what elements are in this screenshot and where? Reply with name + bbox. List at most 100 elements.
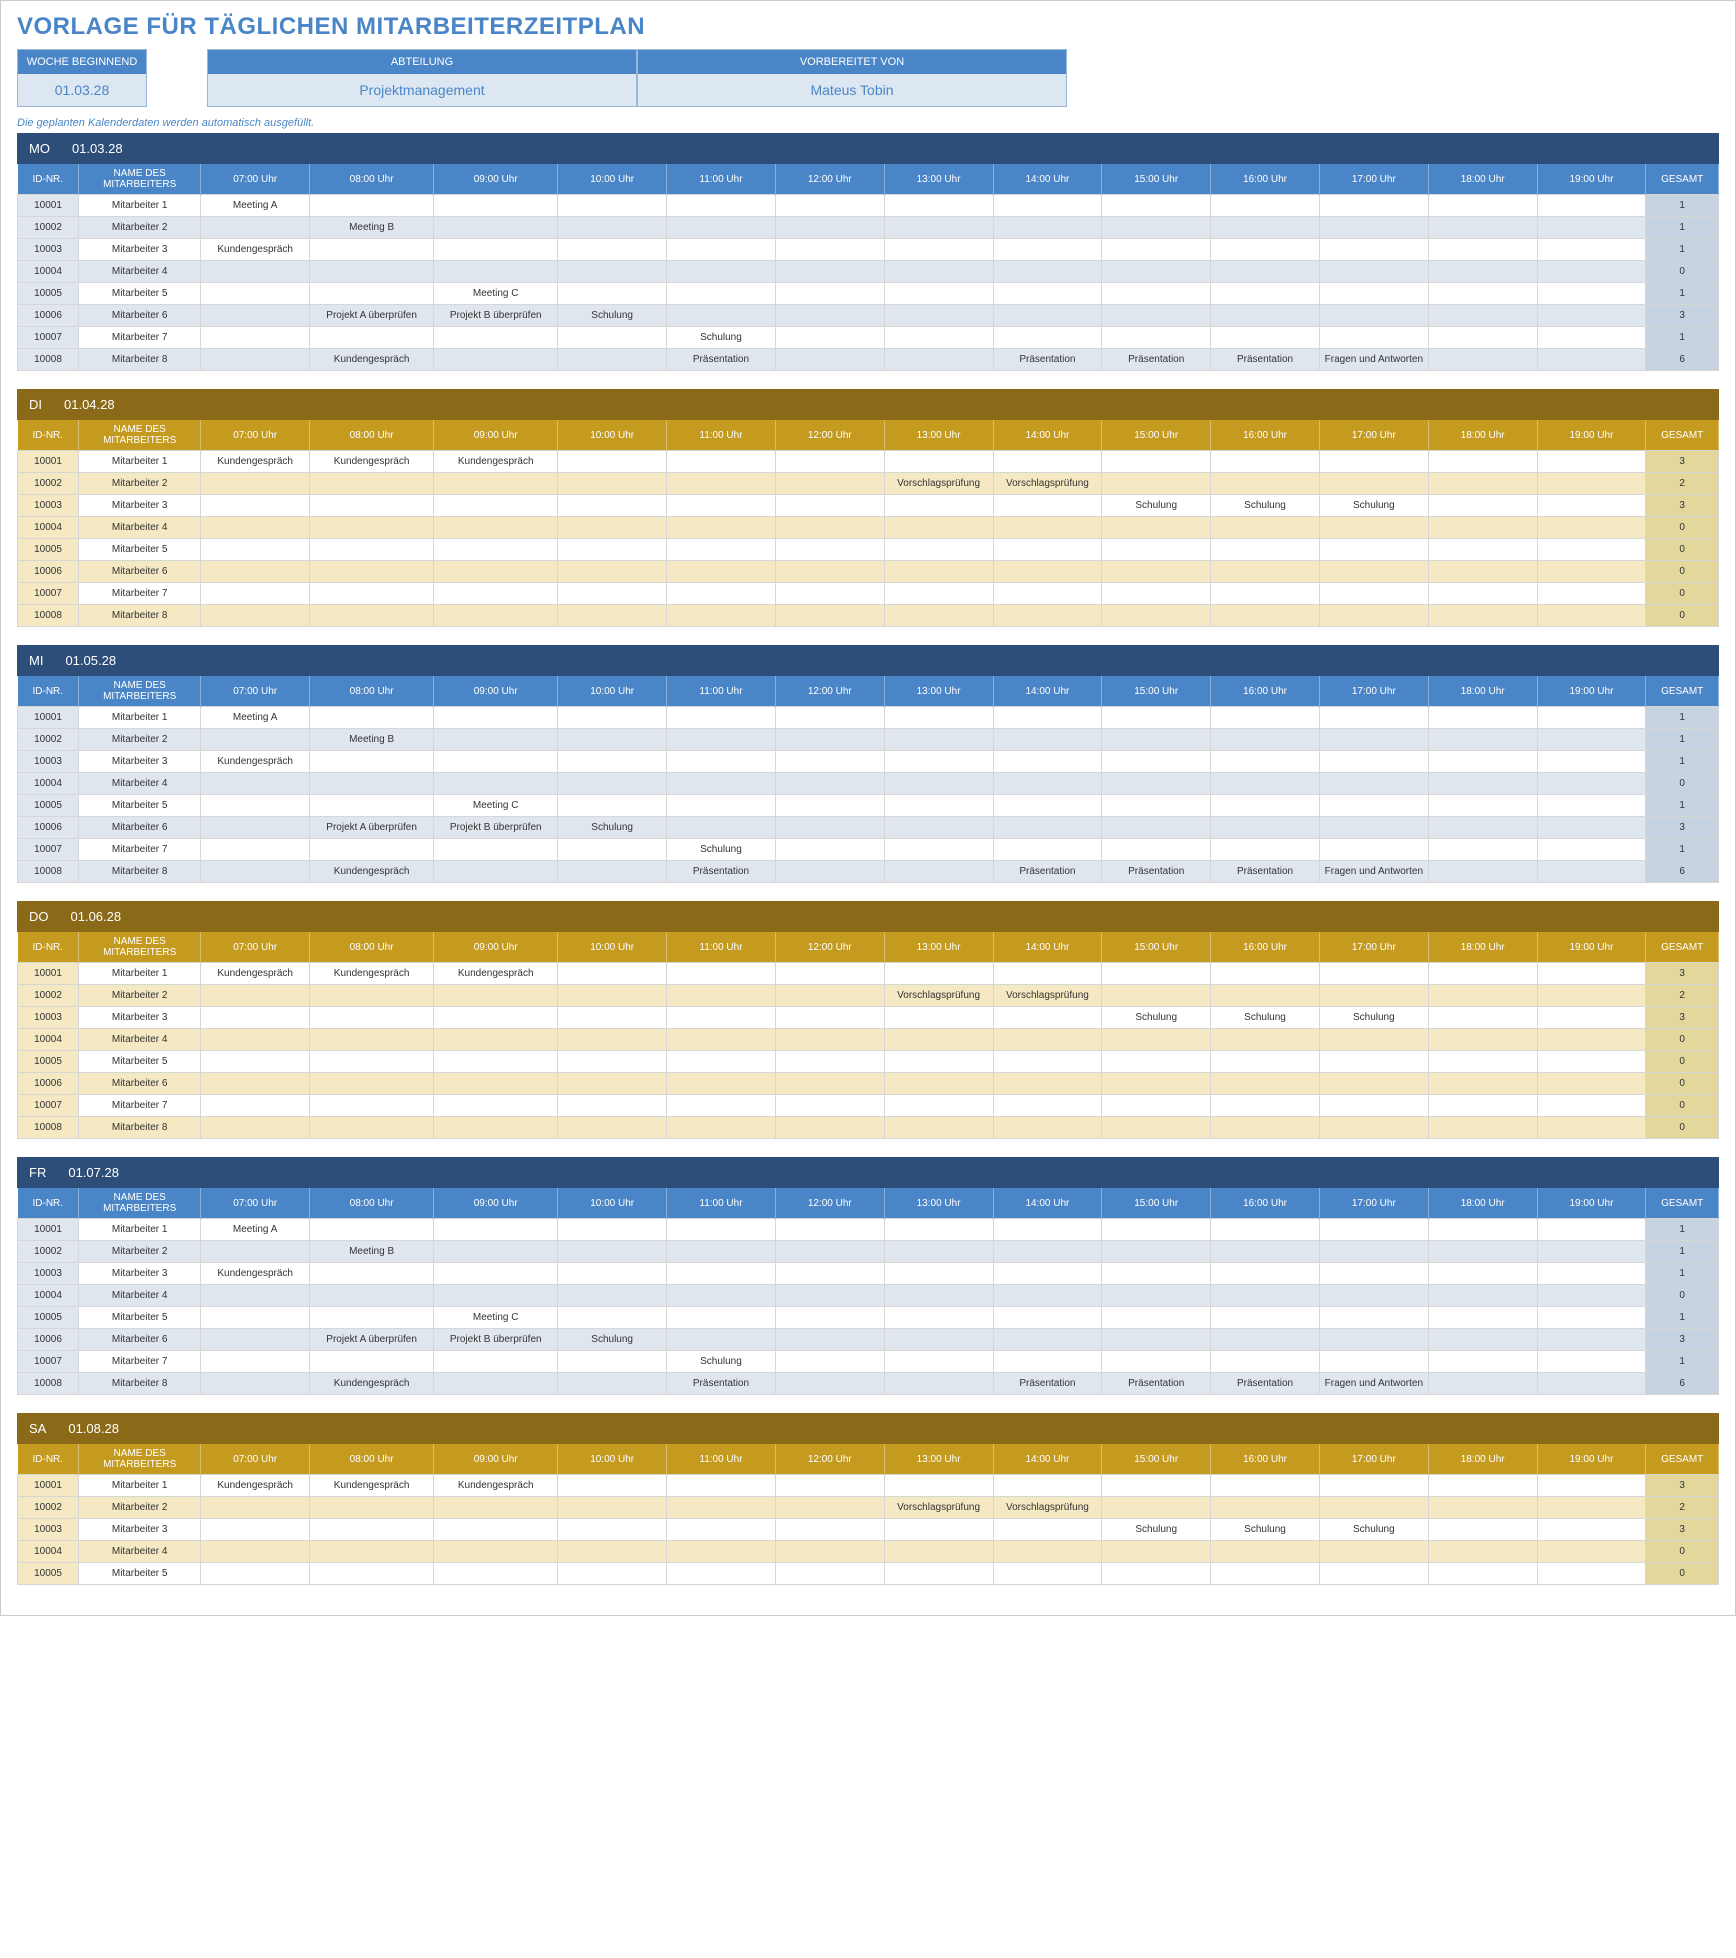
cell-name[interactable]: Mitarbeiter 1	[79, 707, 201, 729]
cell-hour[interactable]	[1319, 1117, 1428, 1139]
cell-hour[interactable]	[775, 1329, 884, 1351]
cell-hour[interactable]: Meeting A	[201, 707, 310, 729]
cell-name[interactable]: Mitarbeiter 5	[79, 1307, 201, 1329]
cell-hour[interactable]	[310, 327, 434, 349]
cell-hour[interactable]	[1102, 985, 1211, 1007]
cell-hour[interactable]	[1211, 1285, 1320, 1307]
cell-hour[interactable]	[1102, 217, 1211, 239]
cell-hour[interactable]	[558, 239, 667, 261]
cell-hour[interactable]	[1428, 839, 1537, 861]
cell-id[interactable]: 10003	[18, 1007, 79, 1029]
cell-hour[interactable]	[434, 839, 558, 861]
cell-hour[interactable]	[775, 1095, 884, 1117]
cell-name[interactable]: Mitarbeiter 1	[79, 1475, 201, 1497]
cell-hour[interactable]	[558, 261, 667, 283]
cell-hour[interactable]	[310, 1007, 434, 1029]
cell-hour[interactable]	[434, 217, 558, 239]
cell-hour[interactable]	[884, 861, 993, 883]
cell-hour[interactable]	[884, 839, 993, 861]
cell-hour[interactable]	[310, 473, 434, 495]
cell-id[interactable]: 10003	[18, 239, 79, 261]
cell-hour[interactable]	[667, 963, 776, 985]
cell-id[interactable]: 10008	[18, 349, 79, 371]
cell-hour[interactable]	[993, 217, 1102, 239]
cell-id[interactable]: 10004	[18, 1541, 79, 1563]
cell-hour[interactable]	[434, 327, 558, 349]
cell-hour[interactable]	[1428, 451, 1537, 473]
cell-hour[interactable]: Kundengespräch	[201, 1475, 310, 1497]
cell-hour[interactable]	[1102, 839, 1211, 861]
cell-hour[interactable]	[1319, 327, 1428, 349]
cell-hour[interactable]	[993, 1095, 1102, 1117]
cell-hour[interactable]	[310, 795, 434, 817]
cell-hour[interactable]	[201, 349, 310, 371]
cell-name[interactable]: Mitarbeiter 7	[79, 1095, 201, 1117]
cell-hour[interactable]	[667, 707, 776, 729]
cell-hour[interactable]	[1537, 327, 1646, 349]
cell-hour[interactable]	[993, 1263, 1102, 1285]
cell-hour[interactable]	[558, 1051, 667, 1073]
cell-hour[interactable]	[1428, 1475, 1537, 1497]
cell-hour[interactable]	[993, 517, 1102, 539]
cell-hour[interactable]	[1428, 239, 1537, 261]
cell-name[interactable]: Mitarbeiter 6	[79, 1073, 201, 1095]
cell-hour[interactable]	[667, 773, 776, 795]
cell-hour[interactable]	[667, 729, 776, 751]
cell-hour[interactable]	[434, 1497, 558, 1519]
cell-hour[interactable]	[1537, 963, 1646, 985]
cell-id[interactable]: 10002	[18, 1497, 79, 1519]
cell-name[interactable]: Mitarbeiter 7	[79, 1351, 201, 1373]
cell-hour[interactable]	[884, 1263, 993, 1285]
cell-hour[interactable]	[775, 1285, 884, 1307]
cell-hour[interactable]	[884, 1007, 993, 1029]
cell-hour[interactable]	[775, 963, 884, 985]
cell-hour[interactable]: Präsentation	[1102, 1373, 1211, 1395]
cell-hour[interactable]	[434, 1117, 558, 1139]
cell-hour[interactable]	[775, 605, 884, 627]
cell-hour[interactable]: Präsentation	[667, 1373, 776, 1395]
cell-hour[interactable]	[1102, 1095, 1211, 1117]
cell-name[interactable]: Mitarbeiter 6	[79, 561, 201, 583]
cell-hour[interactable]	[434, 1541, 558, 1563]
cell-hour[interactable]	[434, 539, 558, 561]
cell-hour[interactable]	[1537, 1117, 1646, 1139]
cell-hour[interactable]	[310, 839, 434, 861]
cell-hour[interactable]	[1319, 305, 1428, 327]
cell-hour[interactable]	[1211, 1475, 1320, 1497]
cell-hour[interactable]	[1102, 795, 1211, 817]
cell-hour[interactable]: Präsentation	[1211, 349, 1320, 371]
cell-hour[interactable]: Präsentation	[667, 861, 776, 883]
cell-name[interactable]: Mitarbeiter 8	[79, 861, 201, 883]
cell-hour[interactable]	[1102, 1541, 1211, 1563]
cell-hour[interactable]	[558, 605, 667, 627]
cell-hour[interactable]	[993, 707, 1102, 729]
cell-hour[interactable]	[1211, 1029, 1320, 1051]
cell-hour[interactable]	[1319, 1475, 1428, 1497]
cell-hour[interactable]	[201, 817, 310, 839]
cell-hour[interactable]	[434, 1095, 558, 1117]
cell-hour[interactable]	[201, 1519, 310, 1541]
cell-hour[interactable]	[1211, 239, 1320, 261]
cell-hour[interactable]	[993, 773, 1102, 795]
cell-hour[interactable]	[1428, 261, 1537, 283]
cell-hour[interactable]: Schulung	[667, 1351, 776, 1373]
cell-hour[interactable]	[993, 729, 1102, 751]
cell-id[interactable]: 10005	[18, 539, 79, 561]
cell-hour[interactable]	[667, 605, 776, 627]
cell-hour[interactable]	[1102, 195, 1211, 217]
cell-hour[interactable]: Kundengespräch	[434, 451, 558, 473]
cell-hour[interactable]	[201, 1117, 310, 1139]
cell-hour[interactable]: Präsentation	[1102, 861, 1211, 883]
cell-hour[interactable]	[558, 751, 667, 773]
cell-name[interactable]: Mitarbeiter 1	[79, 195, 201, 217]
cell-id[interactable]: 10004	[18, 1029, 79, 1051]
cell-hour[interactable]	[993, 1329, 1102, 1351]
cell-hour[interactable]	[993, 1219, 1102, 1241]
cell-hour[interactable]	[775, 985, 884, 1007]
cell-hour[interactable]	[558, 517, 667, 539]
cell-id[interactable]: 10007	[18, 839, 79, 861]
cell-hour[interactable]	[1102, 539, 1211, 561]
cell-hour[interactable]	[558, 1541, 667, 1563]
cell-hour[interactable]	[1319, 583, 1428, 605]
cell-hour[interactable]	[884, 1307, 993, 1329]
